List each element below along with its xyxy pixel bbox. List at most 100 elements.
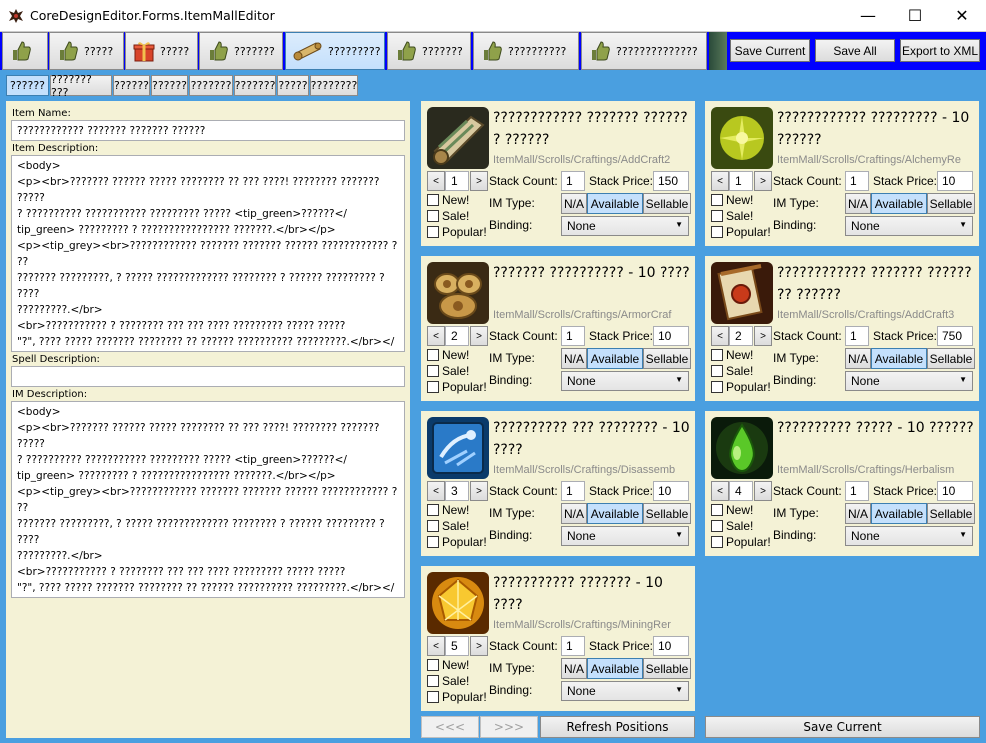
sale-checkbox[interactable] xyxy=(427,365,439,377)
position-decrement-button[interactable]: < xyxy=(427,636,445,656)
category-tab-6[interactable]: ?????????? xyxy=(473,32,579,70)
stack-price-field[interactable]: 10 xyxy=(653,481,689,501)
sub-tab-0[interactable]: ?????? xyxy=(6,75,49,96)
im-type-available-button[interactable]: Available xyxy=(587,658,643,679)
binding-dropdown[interactable]: None ▼ xyxy=(845,371,973,391)
next-page-button[interactable]: >>> xyxy=(480,716,538,738)
position-decrement-button[interactable]: < xyxy=(711,481,729,501)
sub-tab-6[interactable]: ????? xyxy=(277,75,309,96)
category-tab-4[interactable]: ????????? xyxy=(285,32,385,70)
save-current-button[interactable]: Save Current xyxy=(705,716,980,738)
close-button[interactable]: ✕ xyxy=(939,0,985,31)
im-type-na-button[interactable]: N/A xyxy=(561,193,587,214)
im-type-na-button[interactable]: N/A xyxy=(561,658,587,679)
im-type-sellable-button[interactable]: Sellable xyxy=(643,193,691,214)
im-type-na-button[interactable]: N/A xyxy=(561,503,587,524)
im-type-available-button[interactable]: Available xyxy=(871,193,927,214)
im-type-available-button[interactable]: Available xyxy=(587,193,643,214)
position-increment-button[interactable]: > xyxy=(470,481,488,501)
stack-count-field[interactable]: 1 xyxy=(561,636,585,656)
popular-checkbox[interactable] xyxy=(427,381,439,393)
im-type-sellable-button[interactable]: Sellable xyxy=(643,348,691,369)
stack-count-field[interactable]: 1 xyxy=(561,481,585,501)
im-type-sellable-button[interactable]: Sellable xyxy=(643,658,691,679)
popular-checkbox[interactable] xyxy=(427,536,439,548)
save-all-button[interactable]: Save All xyxy=(815,39,895,62)
popular-checkbox[interactable] xyxy=(711,536,723,548)
sale-checkbox[interactable] xyxy=(427,210,439,222)
im-type-available-button[interactable]: Available xyxy=(587,503,643,524)
maximize-button[interactable]: ☐ xyxy=(892,0,938,31)
popular-checkbox[interactable] xyxy=(427,226,439,238)
sub-tab-3[interactable]: ?????? xyxy=(151,75,188,96)
new-checkbox[interactable] xyxy=(711,194,723,206)
category-tab-3[interactable]: ??????? xyxy=(199,32,283,70)
category-tab-0[interactable] xyxy=(2,32,48,70)
sub-tab-4[interactable]: ??????? xyxy=(189,75,233,96)
im-type-na-button[interactable]: N/A xyxy=(845,193,871,214)
sale-checkbox[interactable] xyxy=(711,365,723,377)
stack-price-field[interactable]: 10 xyxy=(937,481,973,501)
binding-dropdown[interactable]: None ▼ xyxy=(845,526,973,546)
popular-checkbox[interactable] xyxy=(427,691,439,703)
minimize-button[interactable]: — xyxy=(845,0,891,31)
position-field[interactable]: 3 xyxy=(445,481,469,501)
stack-price-field[interactable]: 150 xyxy=(653,171,689,191)
sub-tab-1[interactable]: ??????? ??? xyxy=(50,73,112,99)
category-tab-5[interactable]: ??????? xyxy=(387,32,471,70)
category-tab-2[interactable]: ????? xyxy=(125,32,198,70)
position-field[interactable]: 5 xyxy=(445,636,469,656)
stack-price-field[interactable]: 10 xyxy=(653,636,689,656)
binding-dropdown[interactable]: None ▼ xyxy=(561,526,689,546)
im-type-available-button[interactable]: Available xyxy=(587,348,643,369)
export-xml-button[interactable]: Export to XML xyxy=(900,39,980,62)
stack-count-field[interactable]: 1 xyxy=(845,171,869,191)
position-increment-button[interactable]: > xyxy=(470,636,488,656)
new-checkbox[interactable] xyxy=(427,194,439,206)
sale-checkbox[interactable] xyxy=(427,675,439,687)
binding-dropdown[interactable]: None ▼ xyxy=(845,216,973,236)
category-tab-7[interactable]: ?????????????? xyxy=(581,32,707,70)
category-tab-1[interactable]: ????? xyxy=(49,32,124,70)
position-increment-button[interactable]: > xyxy=(470,326,488,346)
im-type-na-button[interactable]: N/A xyxy=(845,348,871,369)
sale-checkbox[interactable] xyxy=(711,520,723,532)
position-field[interactable]: 4 xyxy=(729,481,753,501)
stack-count-field[interactable]: 1 xyxy=(561,171,585,191)
binding-dropdown[interactable]: None ▼ xyxy=(561,681,689,701)
position-decrement-button[interactable]: < xyxy=(711,171,729,191)
position-field[interactable]: 1 xyxy=(729,171,753,191)
position-field[interactable]: 2 xyxy=(729,326,753,346)
im-type-sellable-button[interactable]: Sellable xyxy=(927,193,975,214)
position-field[interactable]: 2 xyxy=(445,326,469,346)
sale-checkbox[interactable] xyxy=(711,210,723,222)
popular-checkbox[interactable] xyxy=(711,226,723,238)
position-increment-button[interactable]: > xyxy=(754,326,772,346)
stack-price-field[interactable]: 10 xyxy=(937,171,973,191)
binding-dropdown[interactable]: None ▼ xyxy=(561,216,689,236)
sub-tab-7[interactable]: ???????? xyxy=(310,75,358,96)
position-increment-button[interactable]: > xyxy=(754,171,772,191)
item-description-field[interactable]: <body> <p><br>??????? ?????? ????? ??????… xyxy=(11,155,405,352)
spell-description-field[interactable] xyxy=(11,366,405,387)
im-type-sellable-button[interactable]: Sellable xyxy=(643,503,691,524)
position-increment-button[interactable]: > xyxy=(470,171,488,191)
new-checkbox[interactable] xyxy=(711,504,723,516)
binding-dropdown[interactable]: None ▼ xyxy=(561,371,689,391)
stack-count-field[interactable]: 1 xyxy=(845,481,869,501)
sub-tab-5[interactable]: ??????? xyxy=(234,75,276,96)
stack-price-field[interactable]: 10 xyxy=(653,326,689,346)
position-increment-button[interactable]: > xyxy=(754,481,772,501)
sale-checkbox[interactable] xyxy=(427,520,439,532)
position-decrement-button[interactable]: < xyxy=(711,326,729,346)
new-checkbox[interactable] xyxy=(711,349,723,361)
prev-page-button[interactable]: <<< xyxy=(421,716,479,738)
im-type-na-button[interactable]: N/A xyxy=(561,348,587,369)
im-description-field[interactable]: <body> <p><br>??????? ?????? ????? ??????… xyxy=(11,401,405,598)
stack-count-field[interactable]: 1 xyxy=(561,326,585,346)
im-type-sellable-button[interactable]: Sellable xyxy=(927,503,975,524)
im-type-available-button[interactable]: Available xyxy=(871,503,927,524)
sub-tab-2[interactable]: ?????? xyxy=(113,75,150,96)
new-checkbox[interactable] xyxy=(427,659,439,671)
position-decrement-button[interactable]: < xyxy=(427,326,445,346)
